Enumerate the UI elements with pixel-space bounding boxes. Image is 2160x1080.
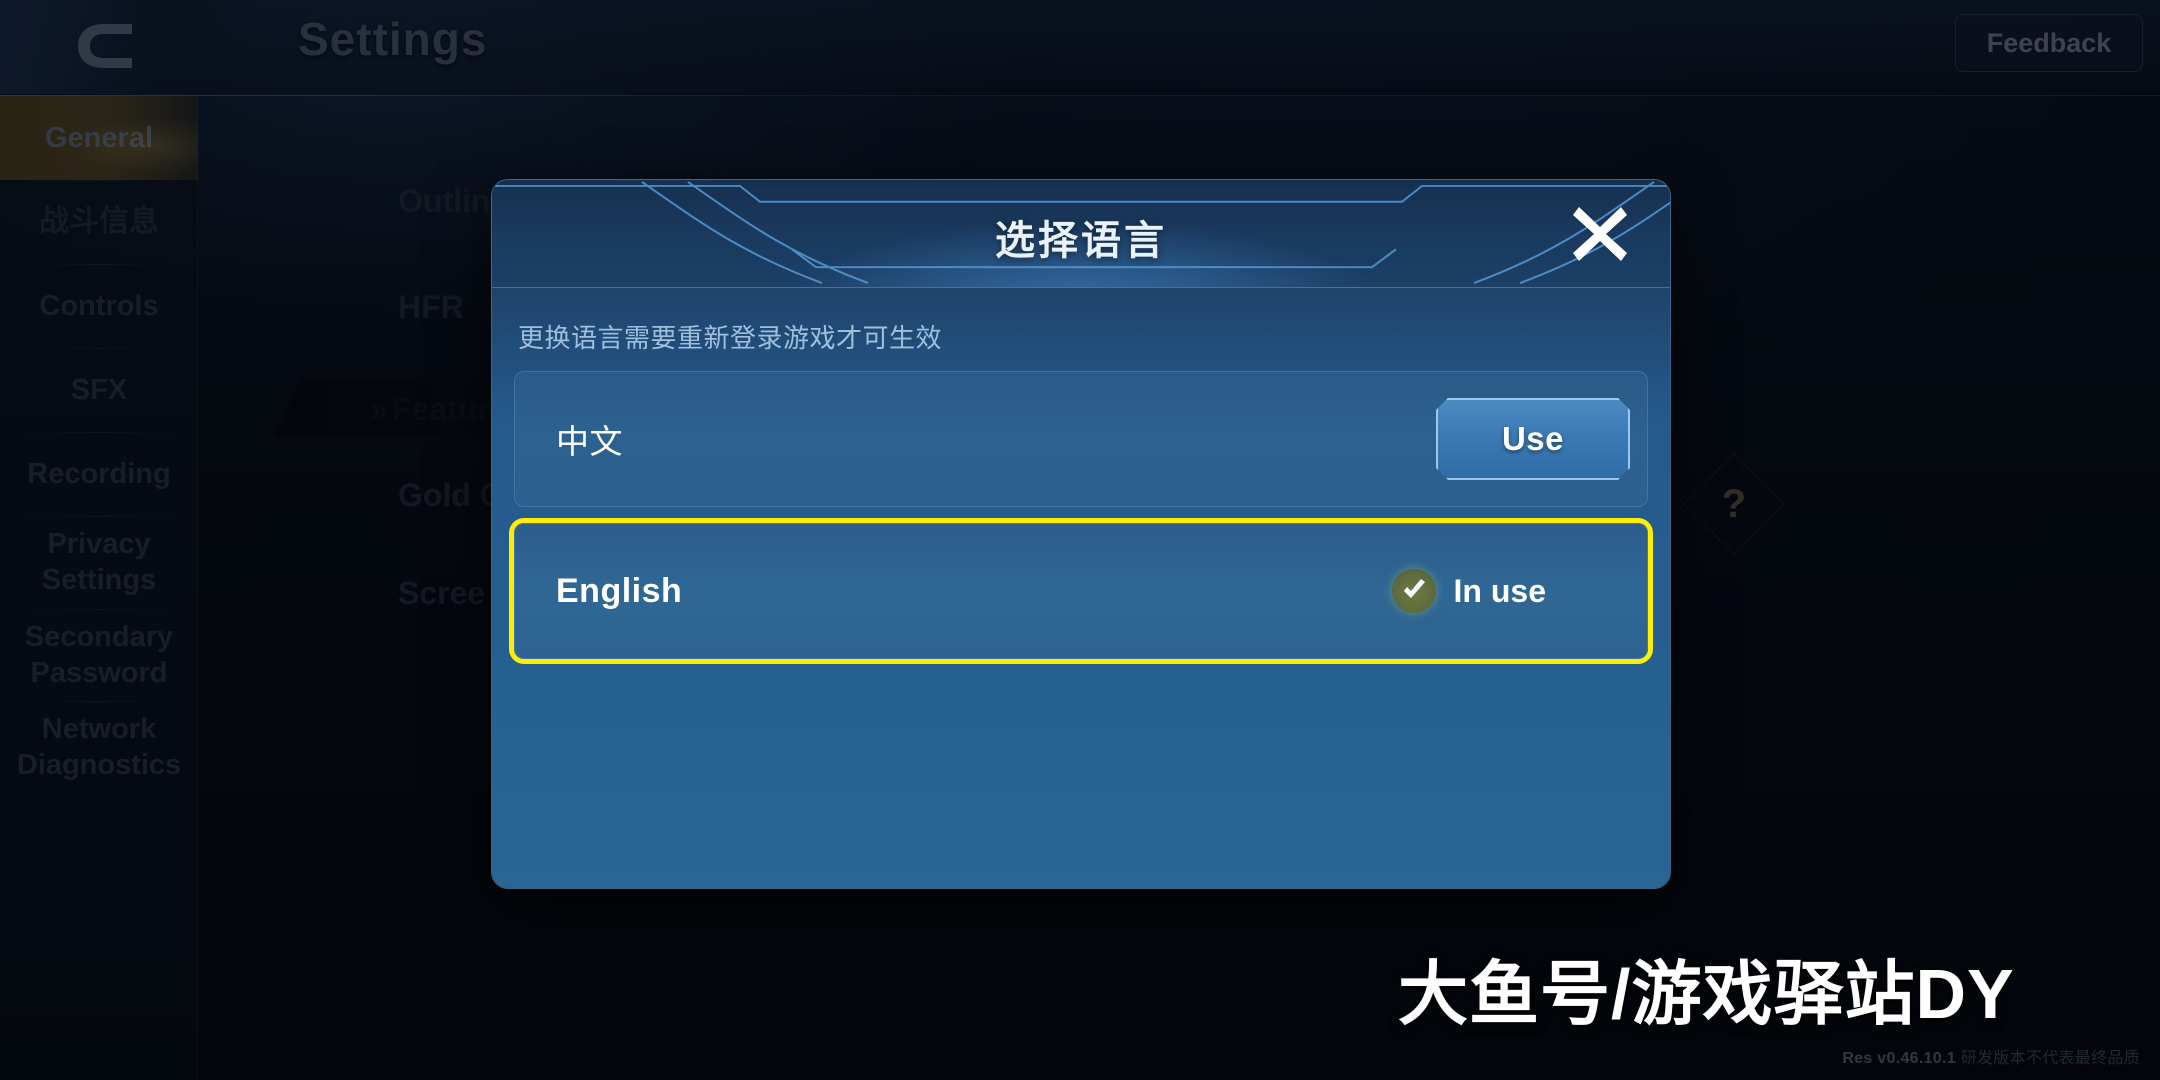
dialog-body: 更换语言需要重新登录游戏才可生效 中文 Use English In use [492, 288, 1670, 659]
check-circle-icon [1391, 569, 1436, 613]
dialog-note: 更换语言需要重新登录游戏才可生效 [518, 323, 943, 353]
close-icon[interactable] [1564, 198, 1636, 270]
language-row-english[interactable]: English In use [514, 523, 1648, 659]
language-row-action: In use [1391, 569, 1630, 613]
language-row-chinese[interactable]: 中文 Use [514, 371, 1648, 507]
use-button[interactable]: Use [1436, 398, 1630, 480]
dialog-header: 选择语言 [492, 180, 1670, 288]
watermark-text: 大鱼号/游戏驿站DY [1398, 955, 2015, 1033]
language-name: 中文 [556, 423, 623, 460]
language-row-action: Use [1436, 398, 1630, 480]
in-use-status: In use [1391, 569, 1546, 613]
in-use-label: In use [1453, 572, 1546, 609]
dialog-title: 选择语言 [995, 219, 1167, 263]
select-language-dialog: 选择语言 更换语言需要重新登录游戏才可生效 中文 Use English In … [492, 180, 1670, 888]
game-settings-screen: Settings Feedback General 战斗信息 Controls … [0, 0, 2160, 1080]
language-name: English [556, 571, 683, 610]
